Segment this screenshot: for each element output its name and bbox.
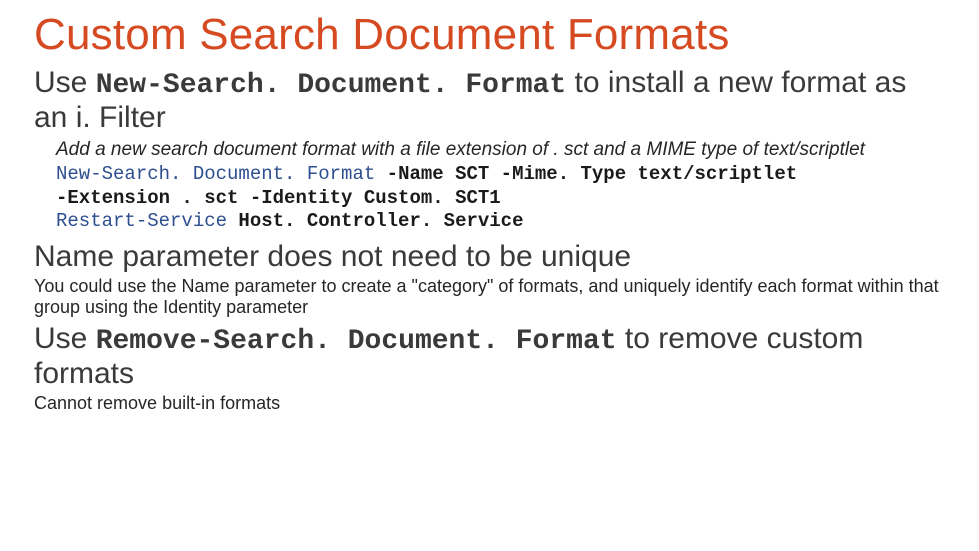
code-line3-rest: Host. Controller. Service — [227, 210, 523, 232]
note-category: You could use the Name parameter to crea… — [34, 276, 945, 318]
sub3-cmd: Remove-Search. Document. Format — [96, 326, 617, 357]
subheading-name-unique: Name parameter does not need to be uniqu… — [34, 240, 945, 274]
subheading-install: Use New-Search. Document. Format to inst… — [34, 66, 945, 135]
sub3-pre: Use — [34, 322, 96, 355]
sub1-pre: Use — [34, 66, 96, 99]
code-kw2: Restart-Service — [56, 210, 227, 232]
code-line2: -Extension . sct -Identity Custom. SCT1 — [56, 187, 501, 209]
slide: Custom Search Document Formats Use New-S… — [0, 0, 979, 414]
sub1-cmd: New-Search. Document. Format — [96, 70, 566, 101]
code-line1-rest: -Name SCT -Mime. Type text/scriptlet — [375, 163, 797, 185]
note-cannot-remove: Cannot remove built-in formats — [34, 393, 945, 414]
code-kw1: New-Search. Document. Format — [56, 163, 375, 185]
code-block: New-Search. Document. Format -Name SCT -… — [56, 163, 945, 234]
note-add-format: Add a new search document format with a … — [56, 139, 945, 161]
slide-title: Custom Search Document Formats — [34, 10, 945, 60]
subheading-remove: Use Remove-Search. Document. Format to r… — [34, 322, 945, 391]
